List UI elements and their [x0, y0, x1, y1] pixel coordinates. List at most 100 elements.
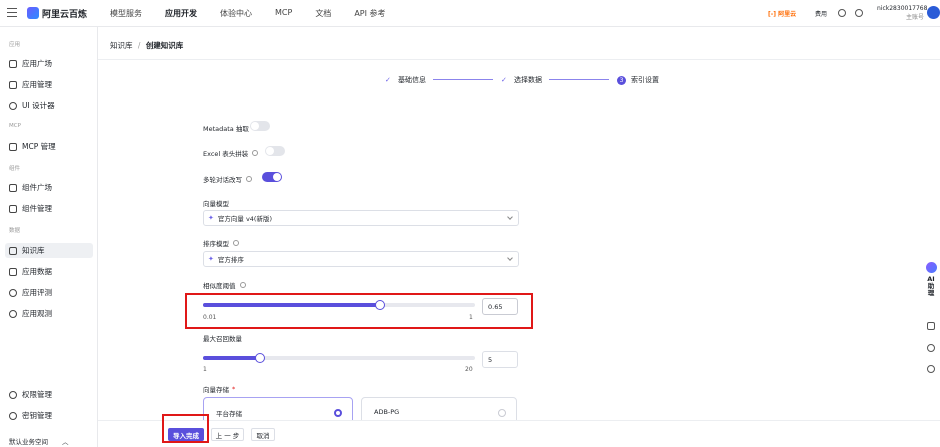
step-label: 选择数据 [514, 76, 542, 84]
eval-icon [9, 288, 17, 297]
puzzle-icon [9, 204, 17, 213]
highlight-box [162, 414, 209, 443]
label-text: 排序模型 [203, 240, 229, 248]
label-text: Excel 表头拼装 [203, 150, 249, 158]
multi-turn-label: 多轮对话改写 [203, 174, 252, 184]
required-mark: * [232, 385, 236, 393]
chevron-right-icon[interactable] [927, 365, 935, 373]
excel-label: Excel 表头拼装 [203, 148, 259, 158]
metadata-label: Metadata 抽取 [203, 123, 249, 133]
sidebar-item-label: 应用观测 [22, 309, 52, 318]
select-value: 官方排序 [217, 256, 244, 264]
avatar[interactable] [927, 6, 940, 19]
nav-api[interactable]: API 参考 [354, 8, 385, 19]
nav-experience[interactable]: 体验中心 [220, 8, 252, 19]
step-label: 基础信息 [398, 76, 426, 84]
check-icon: ✓ [501, 76, 507, 84]
step-select-data: ✓ 选择数据 [501, 75, 542, 85]
step-index-settings: 3 索引设置 [617, 75, 659, 85]
multi-turn-toggle[interactable] [262, 172, 282, 182]
sidebar-item-permissions[interactable]: 权限管理 [5, 387, 93, 402]
book-icon [9, 246, 17, 255]
info-icon [233, 240, 239, 246]
step-number: 3 [617, 75, 626, 85]
sidebar-item-label: 应用管理 [22, 80, 52, 89]
key-icon [9, 411, 17, 420]
sidebar-item-component-square[interactable]: 组件广场 [5, 180, 93, 195]
breadcrumb-parent[interactable]: 知识库 [110, 41, 133, 50]
sidebar-item-label: 应用评测 [22, 288, 52, 297]
sidebar-item-label: 应用广场 [22, 59, 52, 68]
nav-app-dev[interactable]: 应用开发 [165, 8, 197, 19]
footer-bar: 导入完成 上 一 步 取消 [98, 420, 940, 447]
plug-icon [9, 142, 17, 151]
label-text: 最大召回数量 [203, 335, 242, 343]
grid-icon [9, 59, 17, 68]
chevron-down-icon [507, 255, 513, 261]
top-nav: 模型服务 应用开发 体验中心 MCP 文档 API 参考 [110, 8, 409, 19]
sidebar-item-knowledge-base[interactable]: 知识库 [5, 243, 93, 258]
section-mcp: MCP [9, 123, 21, 129]
slider-min: 1 [203, 366, 207, 373]
slider-fill [203, 356, 261, 360]
sidebar-item-component-manage[interactable]: 组件管理 [5, 201, 93, 216]
info-icon [246, 176, 252, 182]
sidebar-item-mcp-manage[interactable]: MCP 管理 [5, 139, 93, 154]
puzzle-icon [9, 183, 17, 192]
previous-step-button[interactable]: 上 一 步 [211, 428, 244, 441]
sidebar-item-label: MCP 管理 [22, 142, 56, 151]
heart-icon[interactable] [927, 344, 935, 352]
nav-docs[interactable]: 文档 [315, 8, 331, 19]
excel-toggle[interactable] [265, 146, 285, 156]
nav-mcp[interactable]: MCP [275, 8, 292, 19]
ai-assistant-button[interactable]: AI助理 [924, 262, 938, 312]
grid-icon [9, 80, 17, 89]
info-icon [252, 150, 259, 156]
sidebar-item-label: 组件管理 [22, 204, 52, 213]
label-text: 相似度阈值 [203, 282, 236, 290]
rerank-model-select[interactable]: ✦ 官方排序 [203, 251, 519, 267]
globe-icon[interactable] [838, 9, 846, 17]
sidebar: 应用 应用广场 应用管理 UI 设计器 MCP MCP 管理 组件 组件广场 组… [0, 27, 98, 447]
sidebar-item-app-manage[interactable]: 应用管理 [5, 77, 93, 92]
sidebar-item-app-data[interactable]: 应用数据 [5, 264, 93, 279]
breadcrumb: 知识库 / 创建知识库 [110, 40, 183, 51]
chevron-down-icon [507, 214, 513, 220]
app-logo[interactable]: 阿里云百炼 [42, 7, 87, 20]
cancel-button[interactable]: 取消 [251, 428, 275, 441]
sidebar-item-app-square[interactable]: 应用广场 [5, 56, 93, 71]
label-text: 向量模型 [203, 200, 229, 208]
slider-handle[interactable] [255, 353, 266, 363]
max-recall-slider[interactable] [203, 353, 475, 363]
document-icon[interactable] [927, 322, 935, 330]
sidebar-item-label: 应用数据 [22, 267, 52, 276]
vector-model-select[interactable]: ✦ 官方向量 v4(新版) [203, 210, 519, 226]
sidebar-item-app-eval[interactable]: 应用评测 [5, 285, 93, 300]
radio-unselected[interactable] [498, 409, 506, 417]
rerank-model-label: 排序模型 [203, 238, 239, 248]
user-info[interactable]: nick2830017768 主账号 [877, 4, 928, 22]
divider [98, 59, 940, 60]
radio-selected[interactable] [334, 409, 342, 417]
vector-model-label: 向量模型 [203, 198, 229, 208]
label-text: 多轮对话改写 [203, 176, 242, 184]
user-name: nick2830017768 [877, 5, 928, 12]
sidebar-item-label: 组件广场 [22, 183, 52, 192]
palette-icon [9, 101, 17, 110]
info-icon [239, 282, 246, 288]
sidebar-item-ui-designer[interactable]: UI 设计器 [5, 98, 93, 113]
metadata-toggle[interactable] [250, 121, 270, 131]
fee-link[interactable]: 费用 [815, 9, 827, 18]
workspace-switcher[interactable]: 默认业务空间 ︿ [9, 436, 69, 446]
sidebar-item-label: 密钥管理 [22, 411, 52, 420]
menu-icon[interactable] [7, 8, 17, 17]
sidebar-item-app-observe[interactable]: 应用观测 [5, 306, 93, 321]
section-data: 数据 [9, 228, 21, 234]
sidebar-item-keys[interactable]: 密钥管理 [5, 408, 93, 423]
nav-model-service[interactable]: 模型服务 [110, 8, 142, 19]
observe-icon [9, 309, 17, 318]
similarity-label: 相似度阈值 [203, 280, 246, 290]
aliyun-link[interactable]: [-] 阿里云 [768, 9, 796, 18]
settings-icon[interactable] [855, 9, 863, 17]
max-recall-input[interactable]: 5 [482, 351, 518, 368]
